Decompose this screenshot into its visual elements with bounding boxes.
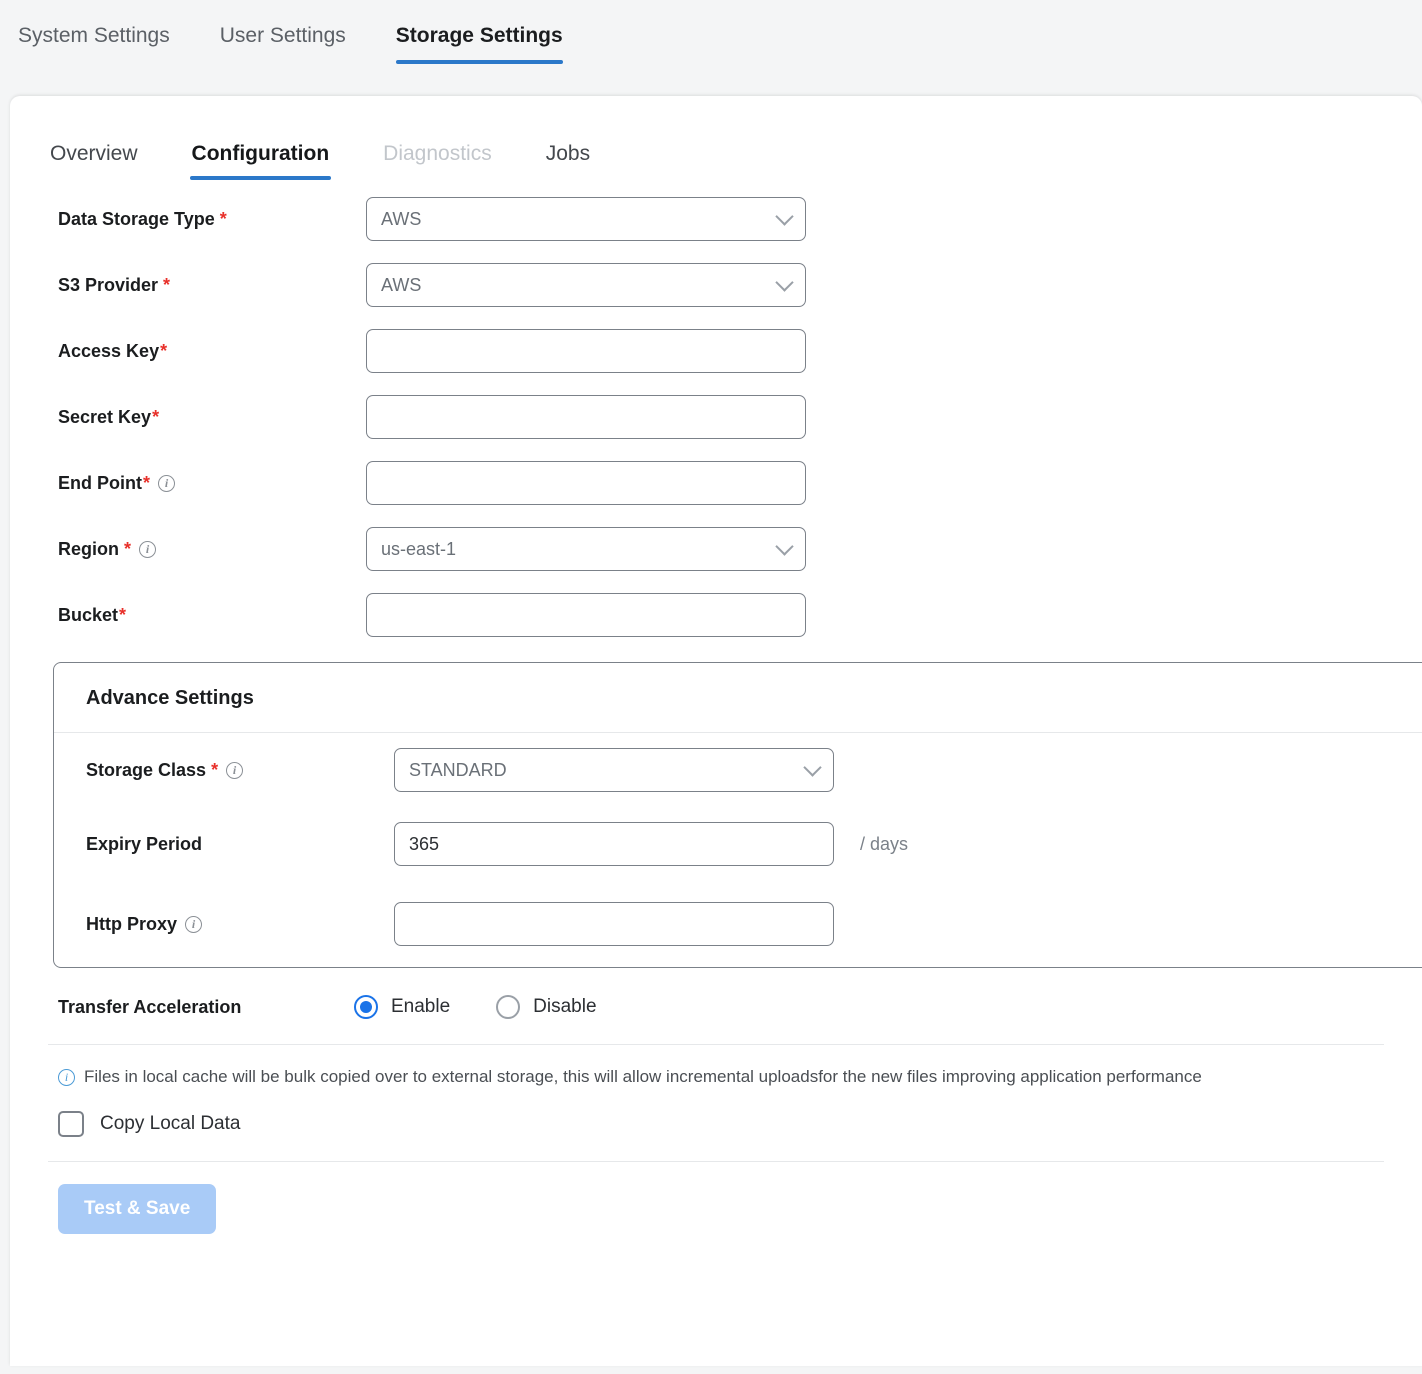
transfer-acceleration-label-text: Transfer Acceleration (58, 996, 242, 1017)
info-icon: i (58, 1068, 75, 1086)
radio-option-disable[interactable]: Disable (496, 995, 597, 1019)
http-proxy-input[interactable] (394, 902, 834, 946)
chevron-down-icon (775, 537, 794, 556)
radio-option-enable[interactable]: Enable (354, 995, 450, 1019)
field-row-region: Region * i us-east-1 (10, 516, 1422, 582)
access-key-input[interactable] (366, 329, 806, 373)
end-point-label: End Point * i (58, 473, 366, 494)
tab-system-settings[interactable]: System Settings (18, 18, 170, 64)
storage-class-label-text: Storage Class (86, 759, 207, 780)
end-point-input[interactable] (366, 461, 806, 505)
expiry-period-value: 365 (409, 833, 440, 854)
http-proxy-label: Http Proxy i (86, 914, 394, 935)
chevron-down-icon (775, 273, 794, 292)
field-row-storage-class: Storage Class * i STANDARD (54, 733, 1422, 807)
storage-class-label: Storage Class * i (86, 760, 394, 781)
sub-tab-diagnostics: Diagnostics (381, 138, 494, 180)
region-label-text: Region (58, 538, 119, 559)
secret-key-input[interactable] (366, 395, 806, 439)
required-asterisk: * (163, 274, 171, 295)
field-row-access-key: Access Key * (10, 318, 1422, 384)
required-asterisk: * (143, 472, 151, 493)
expiry-period-label: Expiry Period (86, 834, 394, 855)
http-proxy-label-text: Http Proxy (86, 913, 178, 934)
data-storage-type-select[interactable]: AWS (366, 197, 806, 241)
tab-storage-settings[interactable]: Storage Settings (395, 18, 563, 64)
region-select[interactable]: us-east-1 (366, 527, 806, 571)
radio-option-disable-label: Disable (533, 996, 597, 1017)
sub-tab-overview-label: Overview (50, 142, 138, 165)
s3-provider-label-text: S3 Provider (58, 274, 159, 295)
sub-tab-bar: Overview Configuration Diagnostics Jobs (10, 96, 1422, 180)
storage-class-value: STANDARD (409, 759, 507, 780)
field-row-expiry-period: Expiry Period 365 / days (54, 807, 1422, 881)
copy-local-data-checkbox[interactable] (58, 1111, 84, 1137)
info-icon[interactable]: i (226, 761, 244, 779)
field-row-data-storage-type: Data Storage Type * AWS (10, 186, 1422, 252)
s3-provider-label: S3 Provider * (58, 275, 366, 296)
access-key-label-text: Access Key (58, 340, 160, 361)
storage-configuration-form: Data Storage Type * AWS S3 Provider * AW… (10, 180, 1422, 1234)
sub-tab-jobs[interactable]: Jobs (544, 138, 592, 180)
tab-user-settings-label: User Settings (219, 24, 346, 47)
data-storage-type-label: Data Storage Type * (58, 209, 366, 230)
tab-storage-settings-label: Storage Settings (395, 24, 563, 47)
required-asterisk: * (211, 759, 219, 780)
info-icon[interactable]: i (139, 540, 157, 558)
secret-key-label-text: Secret Key (58, 406, 152, 427)
advance-settings-title: Advance Settings (54, 663, 1422, 733)
required-asterisk: * (160, 340, 168, 361)
field-row-http-proxy: Http Proxy i (54, 881, 1422, 967)
sub-tab-overview[interactable]: Overview (48, 138, 140, 180)
bucket-input[interactable] (366, 593, 806, 637)
tab-system-settings-label: System Settings (18, 24, 170, 47)
data-storage-type-label-text: Data Storage Type (58, 208, 215, 229)
expiry-period-input[interactable]: 365 (394, 822, 834, 866)
expiry-period-label-text: Expiry Period (86, 833, 203, 854)
radio-enable-icon[interactable] (354, 995, 378, 1019)
sub-tab-jobs-label: Jobs (545, 142, 591, 165)
transfer-acceleration-row: Transfer Acceleration Enable Disable (10, 976, 1422, 1038)
copy-local-data-notice: i Files in local cache will be bulk copi… (10, 1045, 1422, 1087)
required-asterisk: * (219, 208, 227, 229)
region-label: Region * i (58, 539, 366, 560)
divider-above-actions (48, 1161, 1384, 1162)
field-row-end-point: End Point * i (10, 450, 1422, 516)
copy-local-data-row: Copy Local Data (10, 1087, 1422, 1137)
chevron-down-icon (775, 207, 794, 226)
secret-key-label: Secret Key * (58, 407, 366, 428)
end-point-label-text: End Point (58, 472, 142, 493)
radio-disable-icon[interactable] (496, 995, 521, 1019)
data-storage-type-value: AWS (381, 208, 422, 229)
field-row-bucket: Bucket * (10, 582, 1422, 648)
access-key-label: Access Key * (58, 341, 366, 362)
transfer-acceleration-label: Transfer Acceleration (58, 997, 354, 1018)
sub-tab-configuration-label: Configuration (191, 142, 330, 165)
bucket-label: Bucket * (58, 605, 366, 626)
chevron-down-icon (803, 758, 822, 777)
content-card: Overview Configuration Diagnostics Jobs … (10, 96, 1422, 1366)
sub-tab-configuration[interactable]: Configuration (189, 138, 332, 180)
sub-tab-diagnostics-label: Diagnostics (383, 142, 492, 165)
required-asterisk: * (119, 604, 127, 625)
top-tab-bar: System Settings User Settings Storage Se… (0, 0, 1422, 96)
storage-class-select[interactable]: STANDARD (394, 748, 834, 792)
copy-local-data-notice-text: Files in local cache will be bulk copied… (84, 1067, 1202, 1086)
required-asterisk: * (152, 406, 160, 427)
field-row-secret-key: Secret Key * (10, 384, 1422, 450)
radio-option-enable-label: Enable (391, 996, 451, 1017)
required-asterisk: * (124, 538, 132, 559)
test-and-save-button[interactable]: Test & Save (58, 1184, 217, 1234)
s3-provider-select[interactable]: AWS (366, 263, 806, 307)
info-icon[interactable]: i (158, 474, 176, 492)
info-icon[interactable]: i (185, 915, 203, 933)
region-value: us-east-1 (381, 538, 457, 559)
advance-settings-panel: Advance Settings Storage Class * i STAND… (53, 662, 1422, 968)
s3-provider-value: AWS (381, 274, 422, 295)
tab-user-settings[interactable]: User Settings (220, 18, 346, 64)
bucket-label-text: Bucket (58, 604, 119, 625)
expiry-period-suffix: / days (860, 833, 909, 854)
field-row-s3-provider: S3 Provider * AWS (10, 252, 1422, 318)
copy-local-data-label[interactable]: Copy Local Data (100, 1113, 240, 1135)
